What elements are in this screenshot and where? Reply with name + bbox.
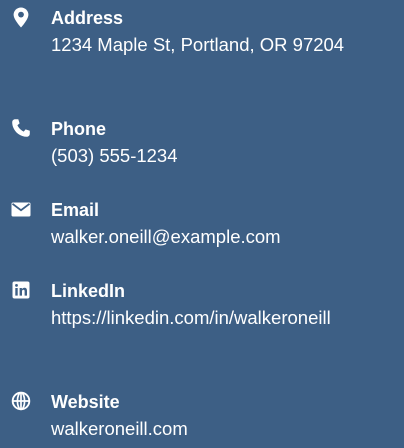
envelope-icon <box>10 198 32 220</box>
map-marker-icon <box>10 6 32 28</box>
website-link[interactable]: walkeroneill.com <box>51 415 394 443</box>
phone-label: Phone <box>51 119 107 139</box>
website-label: Website <box>51 392 120 412</box>
address-label: Address <box>51 8 124 28</box>
linkedin-icon <box>10 279 32 301</box>
linkedin-link[interactable]: https://linkedin.com/in/walkeroneill <box>51 304 391 332</box>
email-label: Email <box>51 200 100 220</box>
phone-icon <box>10 117 32 139</box>
globe-icon <box>10 390 32 412</box>
contact-list: Address 1234 Maple St, Portland, OR 9720… <box>0 0 404 448</box>
address-value: 1234 Maple St, Portland, OR 97204 <box>51 34 345 55</box>
phone-link[interactable]: (503) 555-1234 <box>51 142 394 170</box>
email-link[interactable]: walker.oneill@example.com <box>51 223 394 251</box>
linkedin-label: LinkedIn <box>51 281 126 301</box>
